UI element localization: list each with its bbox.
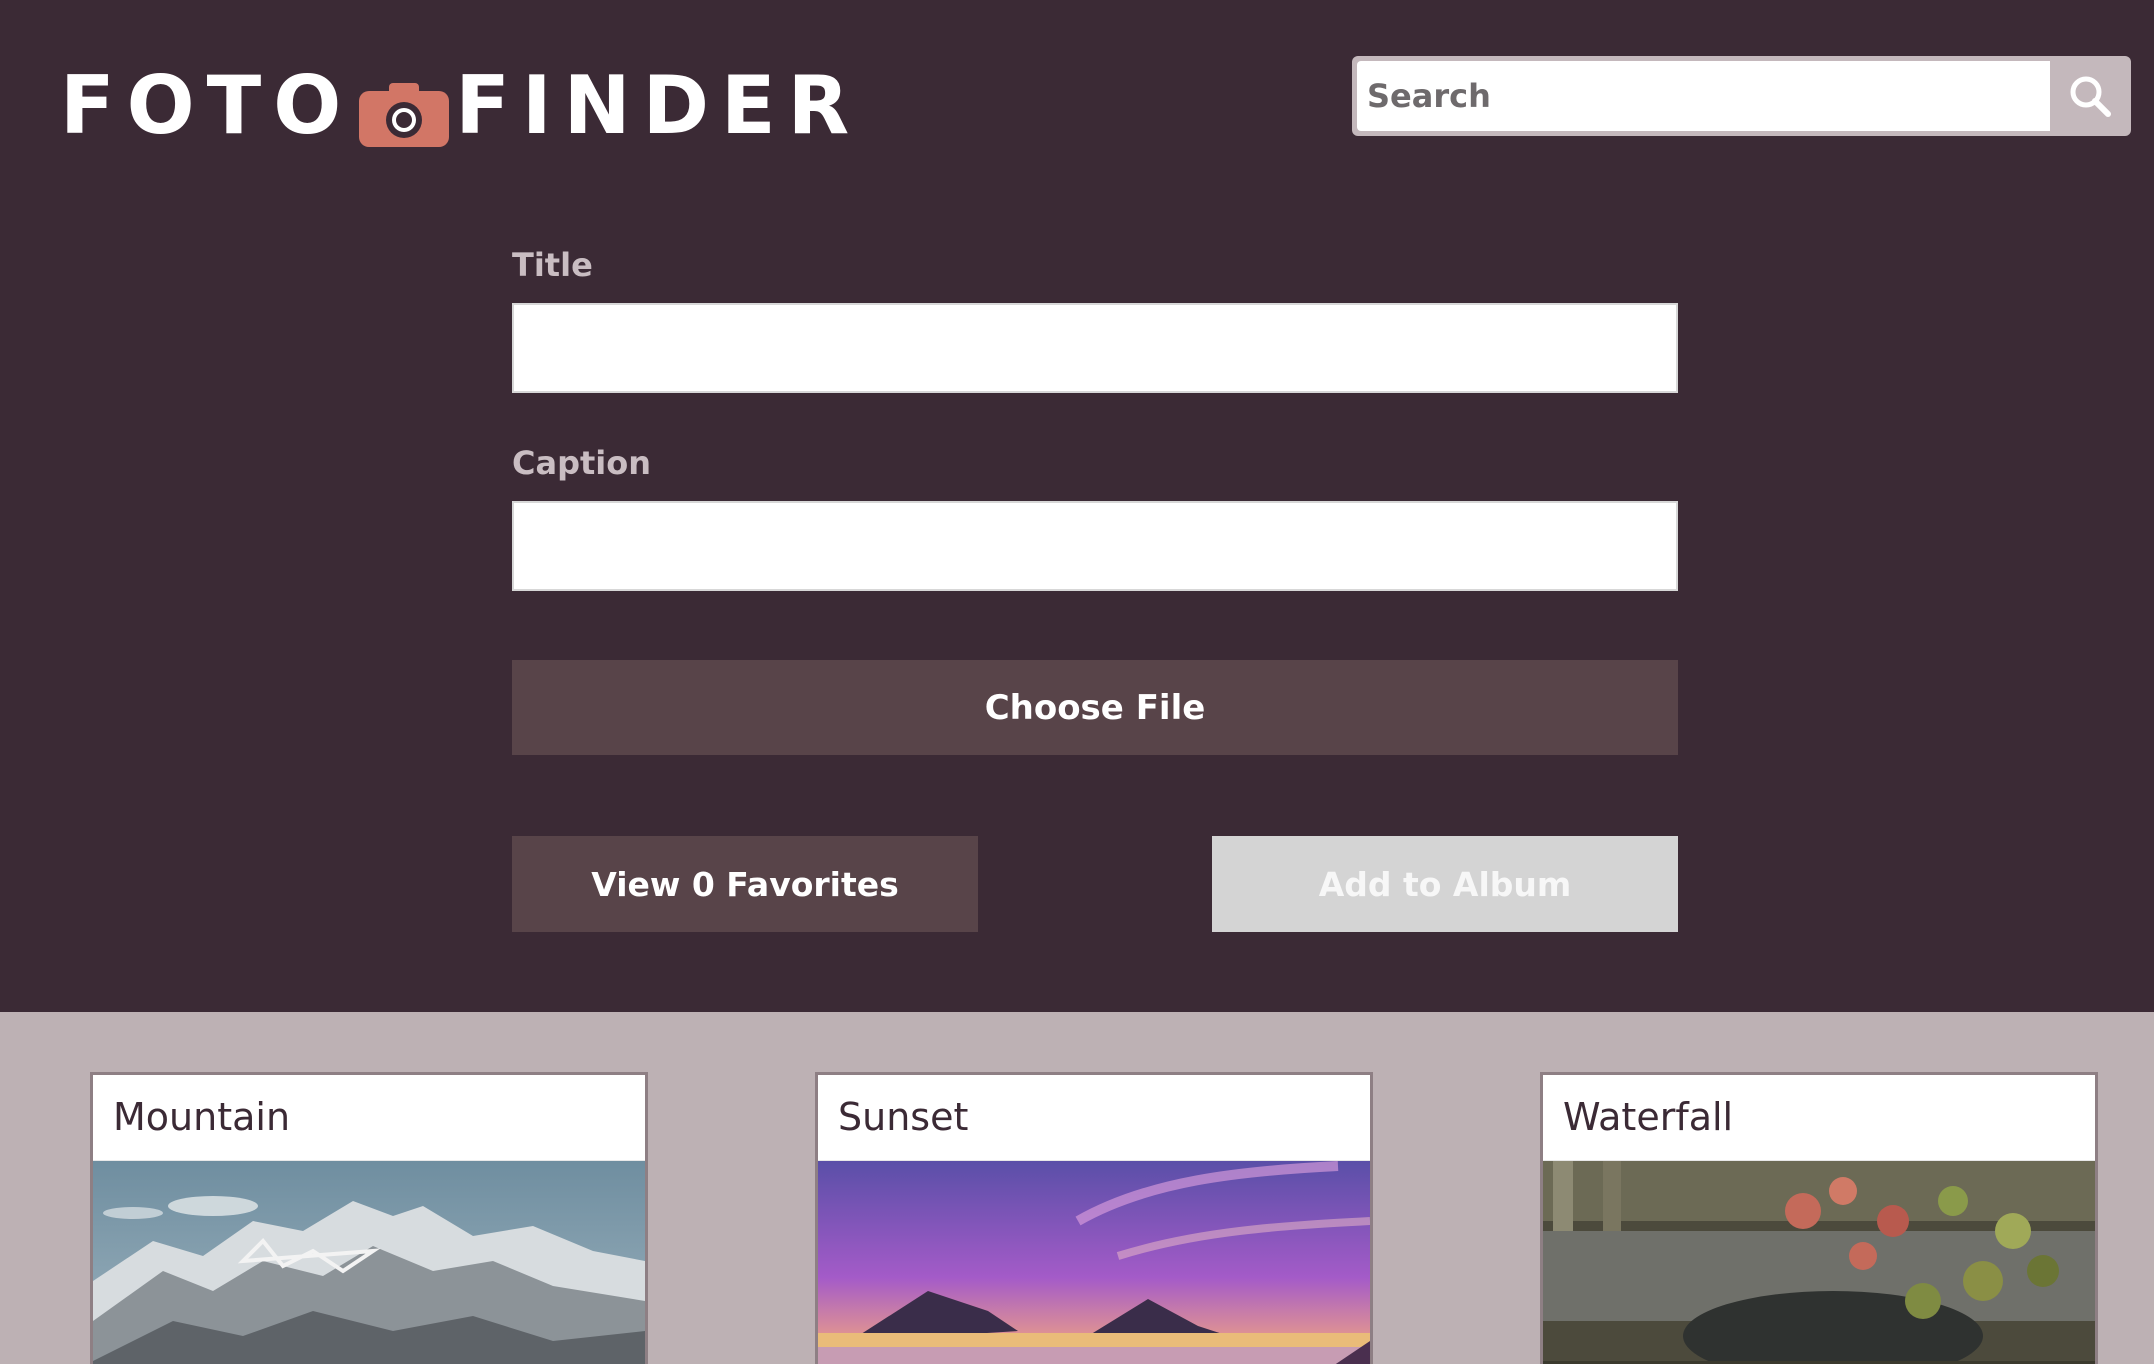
card-title: Waterfall [1543, 1075, 2095, 1161]
photo-card[interactable]: Mountain [90, 1072, 648, 1364]
logo-text-foto: FOTO [60, 58, 354, 152]
logo-text-finder: FINDER [455, 58, 862, 152]
upload-form: Title Caption [512, 240, 1678, 591]
mountain-image [93, 1161, 645, 1364]
photo-card[interactable]: Sunset [815, 1072, 1373, 1364]
caption-label: Caption [512, 444, 652, 482]
choose-file-button[interactable]: Choose File [512, 660, 1678, 755]
card-title: Sunset [818, 1075, 1370, 1161]
photo-card[interactable]: Waterfall [1540, 1072, 2098, 1364]
add-to-album-button[interactable]: Add to Album [1212, 836, 1678, 932]
title-input[interactable] [512, 303, 1678, 393]
search-icon [2070, 76, 2111, 117]
camera-icon [359, 73, 450, 147]
gallery: Mountain Sunset Waterfall [0, 1012, 2154, 1364]
logo[interactable]: FOTO FINDER [60, 58, 862, 152]
page: FOTO FINDER Title [0, 0, 2154, 1364]
header: FOTO FINDER Title [0, 0, 2154, 1012]
waterfall-image [1543, 1161, 2095, 1364]
title-label: Title [512, 246, 593, 284]
view-favorites-button[interactable]: View 0 Favorites [512, 836, 978, 932]
search-bar [1352, 56, 2131, 136]
sunset-image [818, 1161, 1370, 1364]
search-input[interactable] [1357, 61, 2050, 131]
search-button[interactable] [2049, 56, 2131, 136]
card-title: Mountain [93, 1075, 645, 1161]
caption-input[interactable] [512, 501, 1678, 591]
